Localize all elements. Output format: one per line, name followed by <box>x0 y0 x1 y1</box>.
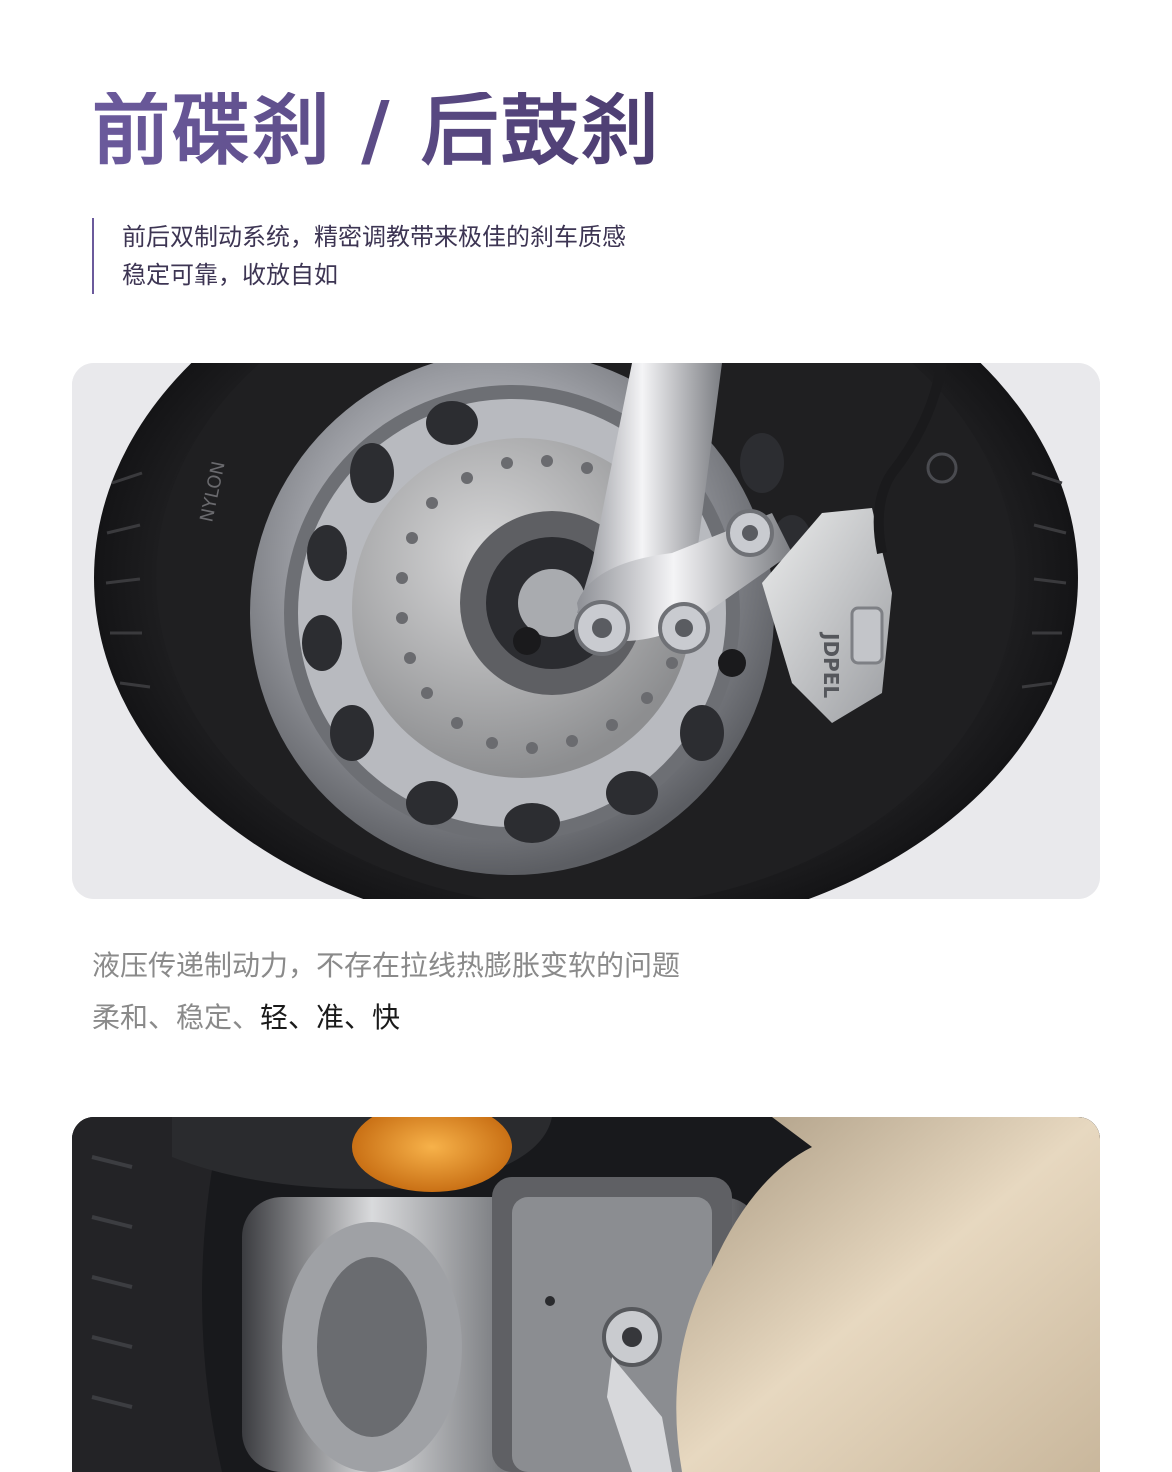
page-title: 前碟刹 / 后鼓刹 <box>92 86 661 176</box>
subtitle-line-2: 稳定可靠，收放自如 <box>122 261 338 289</box>
rear-drum-brake-photo <box>72 1117 1100 1472</box>
description-line-1: 液压传递制动力，不存在拉线热膨胀变软的问题 <box>92 949 681 982</box>
description-line-2-gray: 柔和、稳定、 <box>92 1001 261 1034</box>
description-line-2-bold: 轻、准、快 <box>260 1001 401 1034</box>
caliper-brand-text: JDPEL <box>819 631 843 698</box>
brake-description: 液压传递制动力，不存在拉线热膨胀变软的问题 柔和、稳定、轻、准、快 <box>92 940 680 1044</box>
description-line-2: 柔和、稳定、轻、准、快 <box>92 992 680 1044</box>
subtitle-line-1: 前后双制动系统，精密调教带来极佳的刹车质感 <box>122 223 626 251</box>
subtitle-block: 前后双制动系统，精密调教带来极佳的刹车质感 稳定可靠，收放自如 <box>92 218 626 294</box>
front-disc-brake-photo: NYLON JDPEL <box>72 363 1100 899</box>
